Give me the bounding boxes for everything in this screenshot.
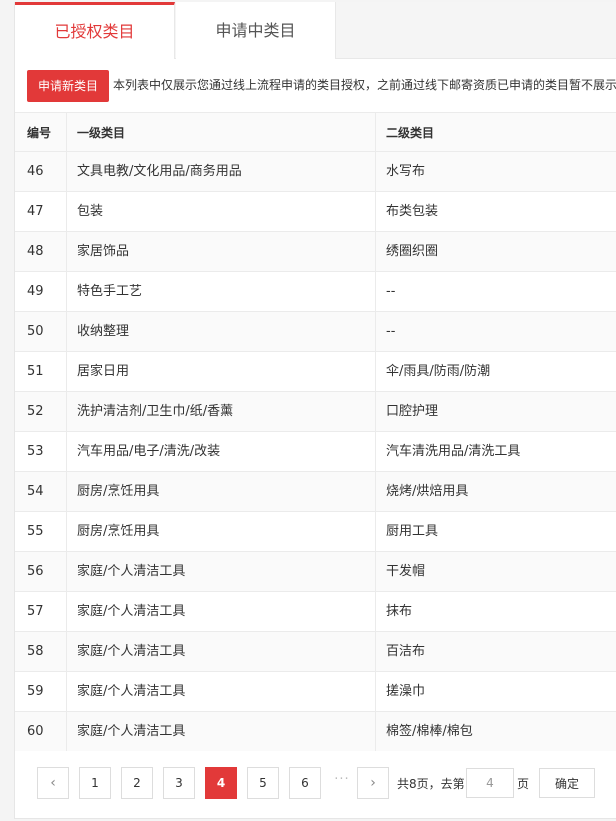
row-number: 48 [15,232,67,272]
table-row: 54 厨房/烹饪用具 烧烤/烘焙用具 [15,472,616,512]
row-level1-category: 家庭/个人清洁工具 [67,712,376,752]
table-row: 50 收纳整理 -- [15,312,616,352]
row-level2-category: 汽车清洗用品/清洗工具 [386,444,521,459]
page-6-button[interactable]: 6 [289,767,321,799]
row-level1-category: 家庭/个人清洁工具 [67,552,376,592]
row-level2-category: 伞/雨具/防雨/防潮 [386,364,491,379]
row-level1-category: 厨房/烹饪用具 [67,512,376,552]
row-level2-category: 干发帽 [386,564,426,579]
table-row: 53 汽车用品/电子/清洗/改装 汽车清洗用品/清洗工具 [15,432,616,472]
row-level1-category: 居家日用 [67,352,376,392]
row-level1-category: 家庭/个人清洁工具 [67,592,376,632]
row-level1-category: 洗护清洁剂/卫生巾/纸/香薰 [67,392,376,432]
table-row: 60 家庭/个人清洁工具 棉签/棉棒/棉包 [15,712,616,752]
page-2-button[interactable]: 2 [121,767,153,799]
row-number: 60 [15,712,67,752]
table-header: 编号 一级类目 二级类目 [15,112,616,153]
row-level2-category: 布类包装 [386,204,439,219]
table-row: 52 洗护清洁剂/卫生巾/纸/香薰 口腔护理 [15,392,616,432]
row-number: 49 [15,272,67,312]
row-number: 58 [15,632,67,672]
row-number: 56 [15,552,67,592]
row-number: 47 [15,192,67,232]
row-level1-category: 家庭/个人清洁工具 [67,632,376,672]
row-level1-category: 收纳整理 [67,312,376,352]
category-panel: 已授权类目 申请中类目 申请新类目 本列表中仅展示您通过线上流程申请的类目授权，… [14,2,616,819]
page-5-button[interactable]: 5 [247,767,279,799]
row-level2-category: 厨用工具 [386,524,439,539]
tab-applying[interactable]: 申请中类目 [176,2,336,59]
row-number: 51 [15,352,67,392]
page-4-button[interactable]: 4 [205,767,237,799]
row-number: 53 [15,432,67,472]
page-3-button[interactable]: 3 [163,767,195,799]
notice-text: 本列表中仅展示您通过线上流程申请的类目授权，之前通过线下邮寄资质已申请的类目暂不… [113,78,616,92]
total-pages-text: 共8页，去第 [397,777,465,791]
apply-new-category-button[interactable]: 申请新类目 [27,70,109,102]
row-level2-category: -- [386,324,396,339]
row-level2-category: 搓澡巾 [386,684,426,699]
goto-page-input[interactable] [466,768,514,798]
page-suffix-text: 页 [517,777,530,791]
notice-bar: 申请新类目 本列表中仅展示您通过线上流程申请的类目授权，之前通过线下邮寄资质已申… [15,59,616,112]
row-level2-category: 绣圈织圈 [386,244,439,259]
row-number: 57 [15,592,67,632]
row-number: 52 [15,392,67,432]
table-row: 58 家庭/个人清洁工具 百洁布 [15,632,616,672]
row-level1-category: 特色手工艺 [67,272,376,312]
row-number: 50 [15,312,67,352]
table-row: 51 居家日用 伞/雨具/防雨/防潮 [15,352,616,392]
row-number: 59 [15,672,67,712]
row-level2-category: 口腔护理 [386,404,439,419]
page-1-button[interactable]: 1 [79,767,111,799]
row-number: 54 [15,472,67,512]
header-number: 编号 [15,113,67,153]
row-level2-category: 百洁布 [386,644,426,659]
row-number: 55 [15,512,67,552]
row-level2-category: 水写布 [386,164,426,179]
row-level1-category: 家居饰品 [67,232,376,272]
table-row: 47 包装 布类包装 [15,192,616,232]
prev-page-button[interactable]: ‹ [37,767,69,799]
row-level2-category: -- [386,284,396,299]
next-page-button[interactable]: › [357,767,389,799]
tab-bar: 已授权类目 申请中类目 [15,2,616,60]
table-row: 55 厨房/烹饪用具 厨用工具 [15,512,616,552]
pagination-ellipsis: ··· [334,772,350,787]
row-level2-category: 烧烤/烘焙用具 [386,484,469,499]
tab-authorized[interactable]: 已授权类目 [15,2,175,60]
confirm-goto-button[interactable]: 确定 [539,768,595,798]
row-level1-category: 包装 [67,192,376,232]
row-number: 46 [15,152,67,192]
table-row: 49 特色手工艺 -- [15,272,616,312]
category-table: 编号 一级类目 二级类目 46 文具电教/文化用品/商务用品 水写布 47 包装 布类包装… [15,112,616,752]
table-row: 48 家居饰品 绣圈织圈 [15,232,616,272]
row-level1-category: 汽车用品/电子/清洗/改装 [67,432,376,472]
pagination: ‹ 1 2 3 4 5 6 ··· › 共8页，去第 页 确定 [15,751,616,818]
table-row: 56 家庭/个人清洁工具 干发帽 [15,552,616,592]
table-row: 46 文具电教/文化用品/商务用品 水写布 [15,152,616,192]
row-level1-category: 文具电教/文化用品/商务用品 [67,152,376,192]
header-level2: 二级类目 [386,126,435,140]
table-row: 59 家庭/个人清洁工具 搓澡巾 [15,672,616,712]
table-row: 57 家庭/个人清洁工具 抹布 [15,592,616,632]
row-level2-category: 抹布 [386,604,413,619]
header-level1: 一级类目 [67,113,376,153]
row-level2-category: 棉签/棉棒/棉包 [386,724,473,739]
row-level1-category: 厨房/烹饪用具 [67,472,376,512]
row-level1-category: 家庭/个人清洁工具 [67,672,376,712]
